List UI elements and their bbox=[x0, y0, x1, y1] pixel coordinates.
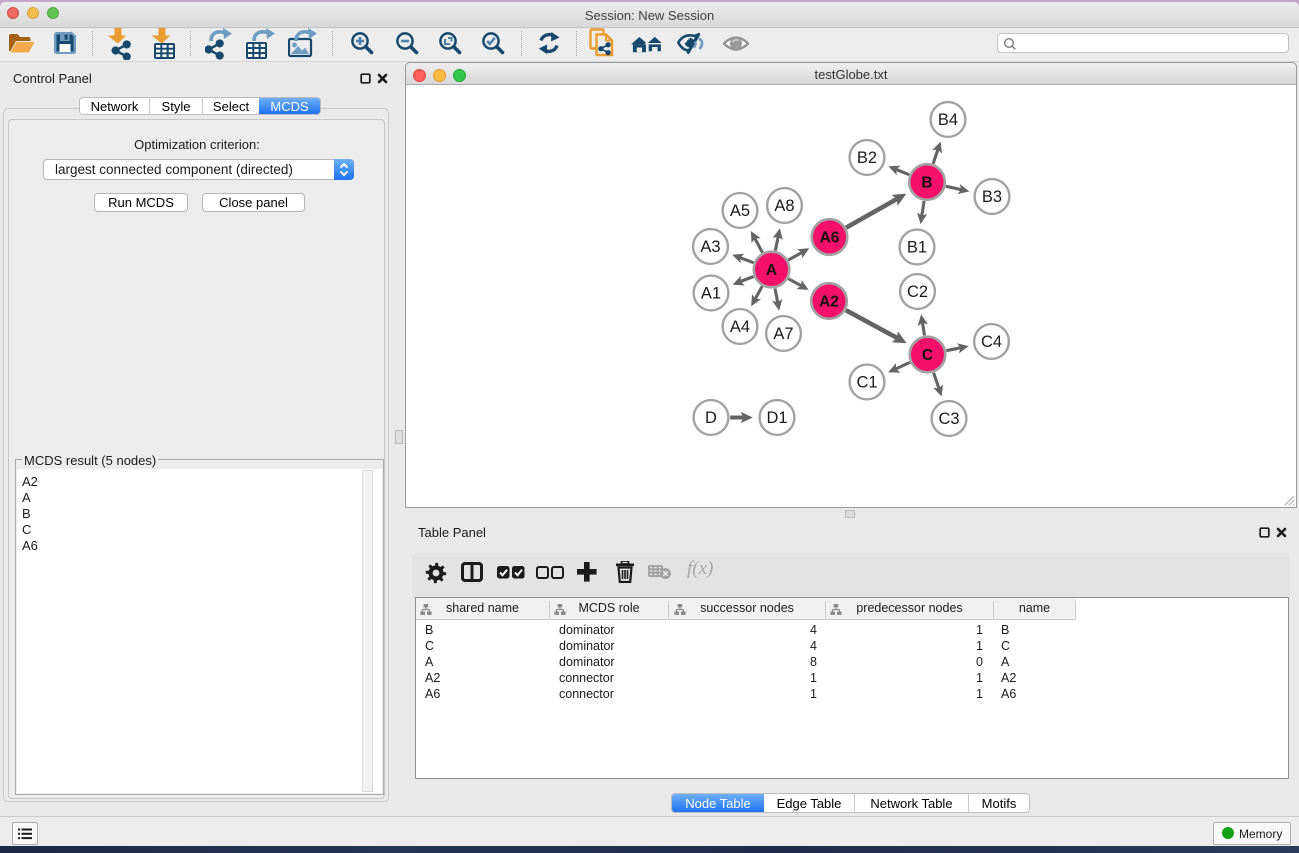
svg-text:A: A bbox=[766, 262, 777, 279]
svg-text:A7: A7 bbox=[773, 325, 793, 343]
svg-text:A6: A6 bbox=[820, 230, 840, 247]
svg-text:D1: D1 bbox=[766, 409, 787, 427]
svg-text:A1: A1 bbox=[701, 285, 721, 303]
svg-text:A5: A5 bbox=[730, 202, 750, 220]
svg-text:A8: A8 bbox=[774, 197, 794, 215]
svg-text:B: B bbox=[921, 175, 932, 192]
svg-text:A4: A4 bbox=[730, 318, 750, 336]
svg-text:D: D bbox=[705, 409, 717, 427]
svg-text:C: C bbox=[922, 347, 933, 364]
svg-text:B4: B4 bbox=[938, 111, 958, 129]
svg-text:B2: B2 bbox=[857, 149, 877, 167]
svg-text:B3: B3 bbox=[982, 188, 1002, 206]
svg-text:C1: C1 bbox=[856, 374, 877, 392]
svg-text:C3: C3 bbox=[938, 410, 959, 428]
svg-text:C2: C2 bbox=[907, 283, 928, 301]
svg-text:A3: A3 bbox=[700, 238, 720, 256]
svg-text:A2: A2 bbox=[819, 294, 839, 311]
svg-text:B1: B1 bbox=[907, 239, 927, 257]
svg-text:C4: C4 bbox=[981, 333, 1002, 351]
